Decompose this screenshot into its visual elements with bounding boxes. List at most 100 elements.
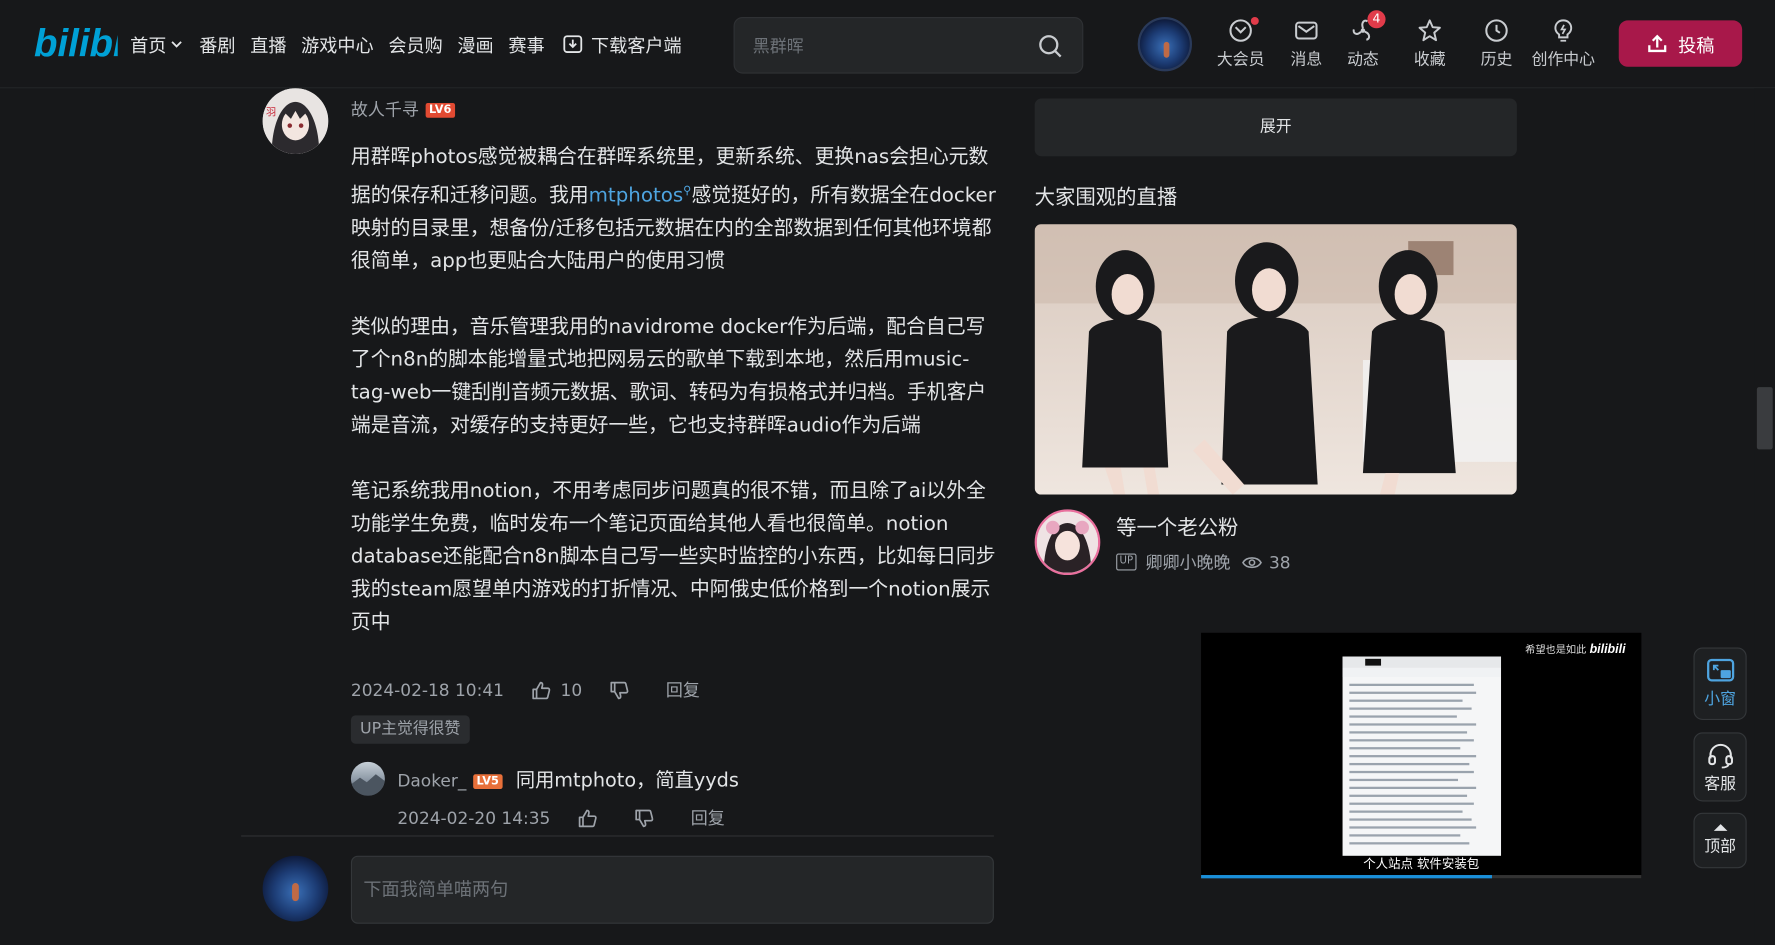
live-thumbnail[interactable] — [1034, 224, 1517, 495]
clock-icon — [1485, 19, 1508, 42]
reply-text: 同用mtphoto，简直yyds — [515, 769, 739, 793]
reply-username[interactable]: Daoker_ — [397, 771, 466, 791]
reply-meta: 2024-02-20 14:35 回复 — [397, 806, 724, 830]
headset-icon — [1707, 743, 1733, 769]
scrollbar-thumb[interactable] — [1756, 387, 1773, 450]
nav-anime[interactable]: 番剧 — [199, 31, 235, 58]
customer-service-button[interactable]: 客服 — [1693, 732, 1747, 802]
up-liked-tag: UP主觉得很赞 — [350, 715, 470, 744]
live-section-heading: 大家围观的直播 — [1034, 185, 1178, 210]
like-count: 10 — [560, 679, 583, 701]
main-nav: 首页 番剧 直播 游戏中心 会员购 漫画 赛事 下载客户端 — [130, 31, 696, 58]
reply-dislike-button[interactable] — [634, 808, 663, 828]
thumbs-up-icon — [532, 681, 551, 699]
anime-girl-avatar-image: 羽 — [262, 88, 329, 154]
search-input[interactable] — [752, 32, 1025, 60]
arrow-up-icon — [1713, 824, 1727, 831]
live-stream-image — [1034, 224, 1517, 495]
landscape-avatar-image — [350, 774, 385, 796]
reply-avatar[interactable] — [350, 761, 385, 796]
nav-anime-label: 番剧 — [199, 35, 236, 57]
expand-button[interactable]: 展开 — [1034, 98, 1517, 157]
nav-download-label: 下载客户端 — [591, 35, 682, 57]
header-dynamic-label: 动态 — [1347, 50, 1379, 70]
level-badge: LV5 — [473, 774, 503, 790]
header-vip-label: 大会员 — [1216, 50, 1265, 70]
reply-line: Daoker_ LV5 同用mtphoto，简直yyds — [397, 764, 739, 793]
nav-esports-label: 赛事 — [508, 35, 545, 57]
mtphotos-search-link[interactable]: mtphotos⚲ — [589, 184, 692, 207]
back-to-top-button[interactable]: 顶部 — [1693, 812, 1747, 869]
page-scrollbar[interactable] — [1754, 88, 1775, 945]
mini-window-button[interactable]: 小窗 — [1693, 647, 1747, 720]
comment-input[interactable]: 下面我简单喵两句 — [350, 855, 994, 924]
mini-window-label: 小窗 — [1704, 690, 1736, 709]
nav-live[interactable]: 直播 — [250, 31, 286, 58]
video-progress-bar — [1201, 875, 1492, 879]
up-badge-icon: UP — [1116, 553, 1137, 571]
like-button[interactable]: 10 — [531, 680, 582, 700]
reply-like-button[interactable] — [578, 808, 607, 828]
upload-button[interactable]: 投稿 — [1618, 20, 1743, 67]
search-icon: ⚲ — [683, 184, 692, 197]
chevron-down-icon — [171, 41, 182, 48]
message-icon — [1295, 21, 1318, 40]
dynamic-count-badge: 4 — [1367, 10, 1386, 29]
comment-paragraph-1: 用群晖photos感觉被耦合在群晖系统里，更新系统、更换nas会担心元数据的保存… — [351, 142, 999, 279]
comment-time: 2024-02-18 10:41 — [350, 679, 504, 701]
user-avatar[interactable] — [1137, 16, 1192, 72]
nav-download-client[interactable]: 下载客户端 — [559, 31, 682, 58]
nav-home[interactable]: 首页 — [130, 31, 184, 58]
video-watermark: 希望也是如此 bilibili — [1525, 642, 1625, 657]
nav-mall[interactable]: 会员购 — [388, 31, 442, 58]
back-to-top-label: 顶部 — [1704, 837, 1736, 856]
commenter-avatar[interactable]: 羽 — [262, 88, 329, 154]
reply-button[interactable]: 回复 — [666, 678, 700, 702]
streamer-avatar[interactable] — [1034, 509, 1101, 576]
bilibili-logo[interactable]: bilibili — [34, 20, 118, 66]
mini-window-icon — [1706, 658, 1734, 682]
thumbs-down-icon — [635, 809, 654, 827]
live-title[interactable]: 等一个老公粉 — [1116, 512, 1238, 541]
live-meta: UP 卿卿小晚晚 38 — [1116, 550, 1291, 574]
streamer-name[interactable]: 卿卿小晚晚 — [1146, 550, 1231, 574]
header-creator-center[interactable]: 创作中心 — [1523, 17, 1605, 70]
watermark-text: 希望也是如此 — [1525, 645, 1587, 657]
commenter-name[interactable]: 故人千寻 LV6 — [351, 97, 455, 121]
file-list-screenshot — [1342, 656, 1502, 845]
search-bar — [733, 16, 1084, 74]
streamer-avatar-image — [1036, 511, 1099, 573]
search-icon[interactable] — [1037, 33, 1064, 60]
divider — [241, 835, 994, 837]
header-creator-center-label: 创作中心 — [1531, 50, 1595, 70]
view-count: 38 — [1269, 551, 1291, 573]
service-label: 客服 — [1704, 775, 1736, 794]
video-subtitle: 个人站点 软件安装包 — [1363, 856, 1480, 872]
level-badge: LV6 — [425, 103, 455, 118]
header-dynamic[interactable]: 4 动态 — [1330, 10, 1396, 70]
mini-video-player[interactable]: 希望也是如此 bilibili 个人站点 软件安装包 — [1201, 632, 1642, 879]
nav-game-center[interactable]: 游戏中心 — [301, 31, 373, 58]
nav-mall-label: 会员购 — [388, 35, 443, 57]
header-history[interactable]: 历史 — [1464, 17, 1530, 70]
upload-label: 投稿 — [1678, 34, 1715, 57]
nav-esports[interactable]: 赛事 — [508, 31, 544, 58]
svg-text:bilibili: bilibili — [34, 23, 118, 66]
header-favorites[interactable]: 收藏 — [1397, 17, 1463, 70]
nav-manga[interactable]: 漫画 — [457, 31, 493, 58]
svg-text:羽: 羽 — [266, 106, 276, 118]
commenter-name-text: 故人千寻 — [350, 99, 419, 120]
header-favorites-label: 收藏 — [1413, 50, 1446, 70]
reply-reply-button[interactable]: 回复 — [691, 806, 725, 830]
nav-manga-label: 漫画 — [457, 35, 494, 57]
dislike-button[interactable] — [609, 680, 638, 700]
notification-dot — [1250, 16, 1259, 25]
reply-time: 2024-02-20 14:35 — [397, 807, 551, 829]
header-vip[interactable]: 大会员 — [1208, 16, 1274, 70]
mtphotos-link-text: mtphotos — [588, 184, 684, 207]
header-history-label: 历史 — [1480, 50, 1513, 70]
nav-live-label: 直播 — [250, 35, 287, 57]
comment-meta: 2024-02-18 10:41 10 回复 — [351, 678, 700, 702]
thumbs-up-icon — [578, 809, 597, 827]
download-icon — [563, 35, 583, 53]
